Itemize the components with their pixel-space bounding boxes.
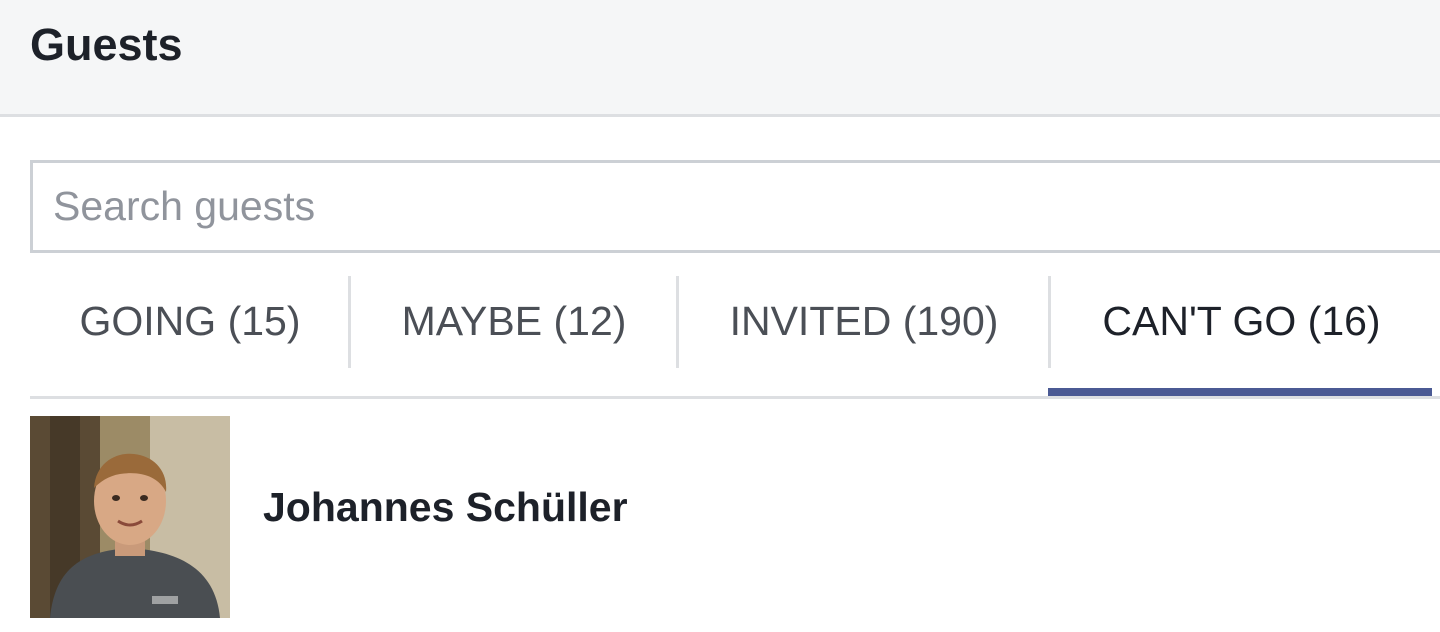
guests-header: Guests (0, 0, 1440, 117)
tab-invited[interactable]: INVITED (190) (679, 276, 1049, 396)
active-tab-indicator (1048, 388, 1432, 396)
tab-maybe[interactable]: MAYBE (12) (351, 276, 677, 396)
search-input[interactable] (33, 163, 1440, 250)
guest-name[interactable]: Johannes Schüller (263, 482, 628, 532)
tab-going[interactable]: GOING (15) (30, 276, 350, 396)
tabs-divider (30, 396, 1440, 399)
search-box[interactable] (30, 160, 1440, 253)
tab-cant-go[interactable]: CAN'T GO (16) (1051, 276, 1432, 396)
guest-tabs: GOING (15) MAYBE (12) INVITED (190) CAN'… (30, 276, 1440, 396)
list-item[interactable]: Johannes Schüller (30, 416, 1440, 618)
page-title: Guests (30, 19, 183, 70)
avatar[interactable] (30, 416, 230, 618)
avatar-photo (30, 416, 230, 618)
